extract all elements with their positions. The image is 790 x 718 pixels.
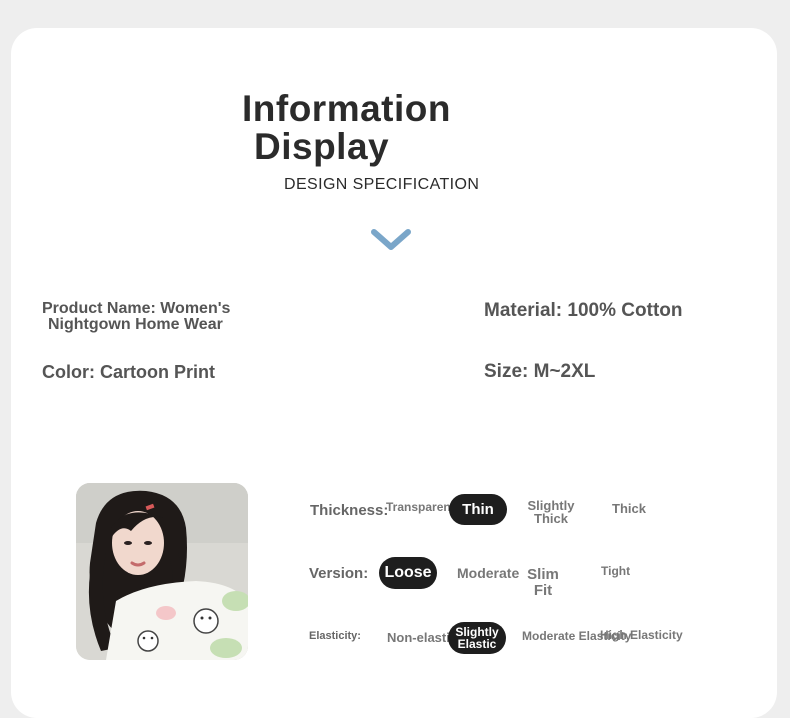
size-label: Size: M~2XL bbox=[484, 361, 596, 382]
product-name-continuation: Nightgown Home Wear bbox=[48, 316, 223, 333]
title-line-1: Information bbox=[242, 88, 451, 129]
version-option-moderate[interactable]: Moderate bbox=[457, 566, 519, 580]
product-photo bbox=[76, 483, 248, 660]
version-option-loose-selected[interactable]: Loose bbox=[379, 557, 437, 589]
elasticity-option-slightly-elastic-selected[interactable]: Slightly Elastic bbox=[448, 622, 506, 654]
thickness-option-thick[interactable]: Thick bbox=[612, 502, 646, 515]
product-name-label: Product Name: Women's bbox=[42, 300, 231, 317]
thickness-option-slightly-thick[interactable]: Slightly Thick bbox=[520, 499, 582, 525]
title-line-2: Display bbox=[254, 126, 390, 167]
version-option-slim-fit[interactable]: Slim Fit bbox=[522, 567, 564, 599]
thickness-label: Thickness: bbox=[310, 502, 389, 519]
model-illustration bbox=[76, 483, 248, 660]
color-label: Color: Cartoon Print bbox=[42, 362, 215, 382]
material-label: Material: 100% Cotton bbox=[484, 300, 683, 321]
chevron-down-icon bbox=[371, 229, 411, 250]
elasticity-option-high-elasticity[interactable]: High Elasticity bbox=[600, 629, 683, 642]
thickness-option-transparent[interactable]: Transparent bbox=[386, 501, 455, 514]
page-title: Information Display bbox=[242, 90, 451, 166]
elasticity-label: Elasticity: bbox=[309, 630, 361, 642]
elasticity-option-non-elastic[interactable]: Non-elastic bbox=[387, 631, 457, 644]
thickness-option-thin-selected[interactable]: Thin bbox=[449, 494, 507, 525]
page-subtitle: DESIGN SPECIFICATION bbox=[284, 176, 480, 193]
version-label: Version: bbox=[309, 565, 369, 582]
version-option-tight[interactable]: Tight bbox=[601, 565, 630, 578]
